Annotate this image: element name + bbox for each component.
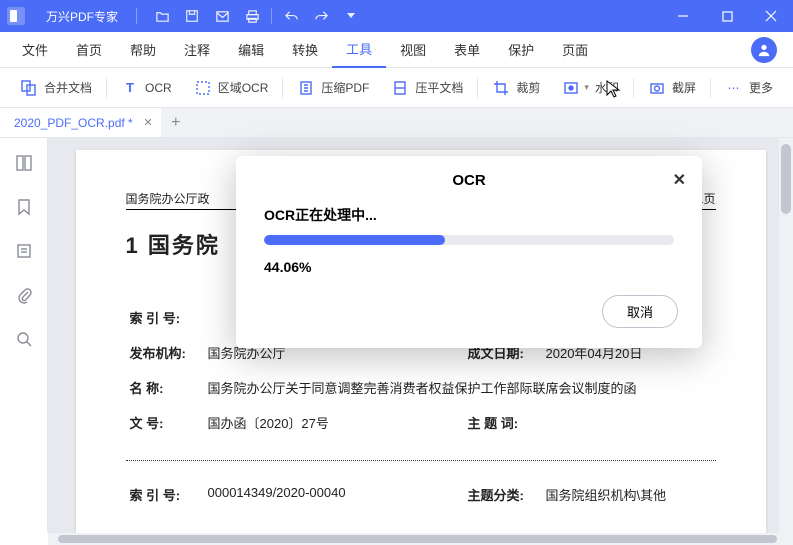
tab-title: 2020_PDF_OCR.pdf *: [14, 116, 133, 130]
crop-icon: [492, 79, 510, 97]
app-title: 万兴PDF专家: [32, 8, 132, 25]
save-icon[interactable]: [177, 0, 207, 32]
mail-icon[interactable]: [207, 0, 237, 32]
title-bar: 万兴PDF专家: [0, 0, 793, 32]
camera-icon: [648, 79, 666, 97]
ocr-button[interactable]: TOCR: [111, 68, 182, 108]
menu-edit[interactable]: 编辑: [224, 32, 278, 68]
titlebar-divider: [271, 8, 272, 24]
open-icon[interactable]: [147, 0, 177, 32]
scrollbar-thumb[interactable]: [781, 144, 791, 214]
progress-percent: 44.06%: [264, 259, 674, 275]
toolbar-divider: [282, 78, 283, 98]
toolbar-divider: [710, 78, 711, 98]
dropdown-icon[interactable]: [336, 0, 366, 32]
progress-bar: [264, 235, 674, 245]
flatten-button[interactable]: 压平文档: [381, 68, 473, 108]
more-icon: ⋯: [725, 79, 743, 97]
table-row: 名 称:国务院办公厅关于同意调整完善消费者权益保护工作部际联席会议制度的函: [126, 370, 716, 405]
menu-view[interactable]: 视图: [386, 32, 440, 68]
ocr-progress-dialog: OCR ✕ OCR正在处理中... 44.06% 取消: [236, 156, 702, 348]
close-button[interactable]: [749, 0, 793, 32]
vertical-scrollbar[interactable]: [779, 138, 793, 533]
menu-bar: 文件 首页 帮助 注释 编辑 转换 工具 视图 表单 保护 页面: [0, 32, 793, 68]
more-button[interactable]: ⋯更多: [715, 68, 783, 108]
scrollbar-thumb[interactable]: [58, 535, 777, 543]
menu-pages[interactable]: 页面: [548, 32, 602, 68]
table-row: 文 号:国办函〔2020〕27号主 题 词:: [126, 405, 716, 440]
merge-button[interactable]: 合并文档: [10, 68, 102, 108]
tab-strip: 2020_PDF_OCR.pdf * ✕ +: [0, 108, 793, 138]
watermark-button[interactable]: ▾水印: [552, 68, 629, 108]
new-tab-button[interactable]: +: [161, 108, 191, 137]
area-ocr-icon: [194, 79, 212, 97]
print-icon[interactable]: [237, 0, 267, 32]
progress-fill: [264, 235, 445, 245]
screenshot-button[interactable]: 截屏: [638, 68, 706, 108]
menu-home[interactable]: 首页: [62, 32, 116, 68]
minimize-button[interactable]: [661, 0, 705, 32]
redo-icon[interactable]: [306, 0, 336, 32]
document-tab[interactable]: 2020_PDF_OCR.pdf * ✕: [0, 108, 161, 137]
progress-status: OCR正在处理中...: [264, 205, 674, 225]
toolbar: 合并文档 TOCR 区域OCR 压缩PDF 压平文档 裁剪 ▾水印 截屏 ⋯更多: [0, 68, 793, 108]
menu-help[interactable]: 帮助: [116, 32, 170, 68]
flatten-icon: [391, 79, 409, 97]
app-logo-icon: [0, 0, 32, 32]
menu-convert[interactable]: 转换: [278, 32, 332, 68]
toolbar-divider: [477, 78, 478, 98]
cancel-button[interactable]: 取消: [602, 295, 678, 328]
page-header-left: 国务院办公厅政: [126, 190, 210, 207]
quick-access-toolbar: [147, 0, 366, 32]
annotations-icon[interactable]: [13, 240, 35, 262]
crop-button[interactable]: 裁剪: [482, 68, 550, 108]
thumbnails-icon[interactable]: [13, 152, 35, 174]
undo-icon[interactable]: [276, 0, 306, 32]
bookmark-icon[interactable]: [13, 196, 35, 218]
chevron-down-icon: ▾: [584, 82, 589, 93]
area-ocr-button[interactable]: 区域OCR: [184, 68, 279, 108]
menu-annotate[interactable]: 注释: [170, 32, 224, 68]
table-row: 索 引 号:000014349/2020-00040主题分类:国务院组织机构\其…: [126, 477, 716, 512]
dialog-title: OCR: [452, 172, 485, 189]
attachments-icon[interactable]: [13, 284, 35, 306]
titlebar-divider: [136, 8, 137, 24]
tab-close-icon[interactable]: ✕: [144, 116, 153, 129]
compress-icon: [297, 79, 315, 97]
side-panel: [0, 138, 48, 533]
menu-file[interactable]: 文件: [8, 32, 62, 68]
ocr-icon: T: [121, 79, 139, 97]
watermark-icon: [562, 79, 580, 97]
maximize-button[interactable]: [705, 0, 749, 32]
menu-tools[interactable]: 工具: [332, 32, 386, 68]
compress-button[interactable]: 压缩PDF: [287, 68, 379, 108]
toolbar-divider: [633, 78, 634, 98]
menu-protect[interactable]: 保护: [494, 32, 548, 68]
horizontal-scrollbar[interactable]: [48, 533, 793, 545]
info-table-2: 索 引 号:000014349/2020-00040主题分类:国务院组织机构\其…: [126, 477, 716, 512]
menu-forms[interactable]: 表单: [440, 32, 494, 68]
merge-icon: [20, 79, 38, 97]
dialog-close-icon[interactable]: ✕: [673, 170, 686, 190]
toolbar-divider: [106, 78, 107, 98]
section-divider: [126, 460, 716, 461]
user-avatar-icon[interactable]: [751, 37, 777, 63]
search-icon[interactable]: [13, 328, 35, 350]
